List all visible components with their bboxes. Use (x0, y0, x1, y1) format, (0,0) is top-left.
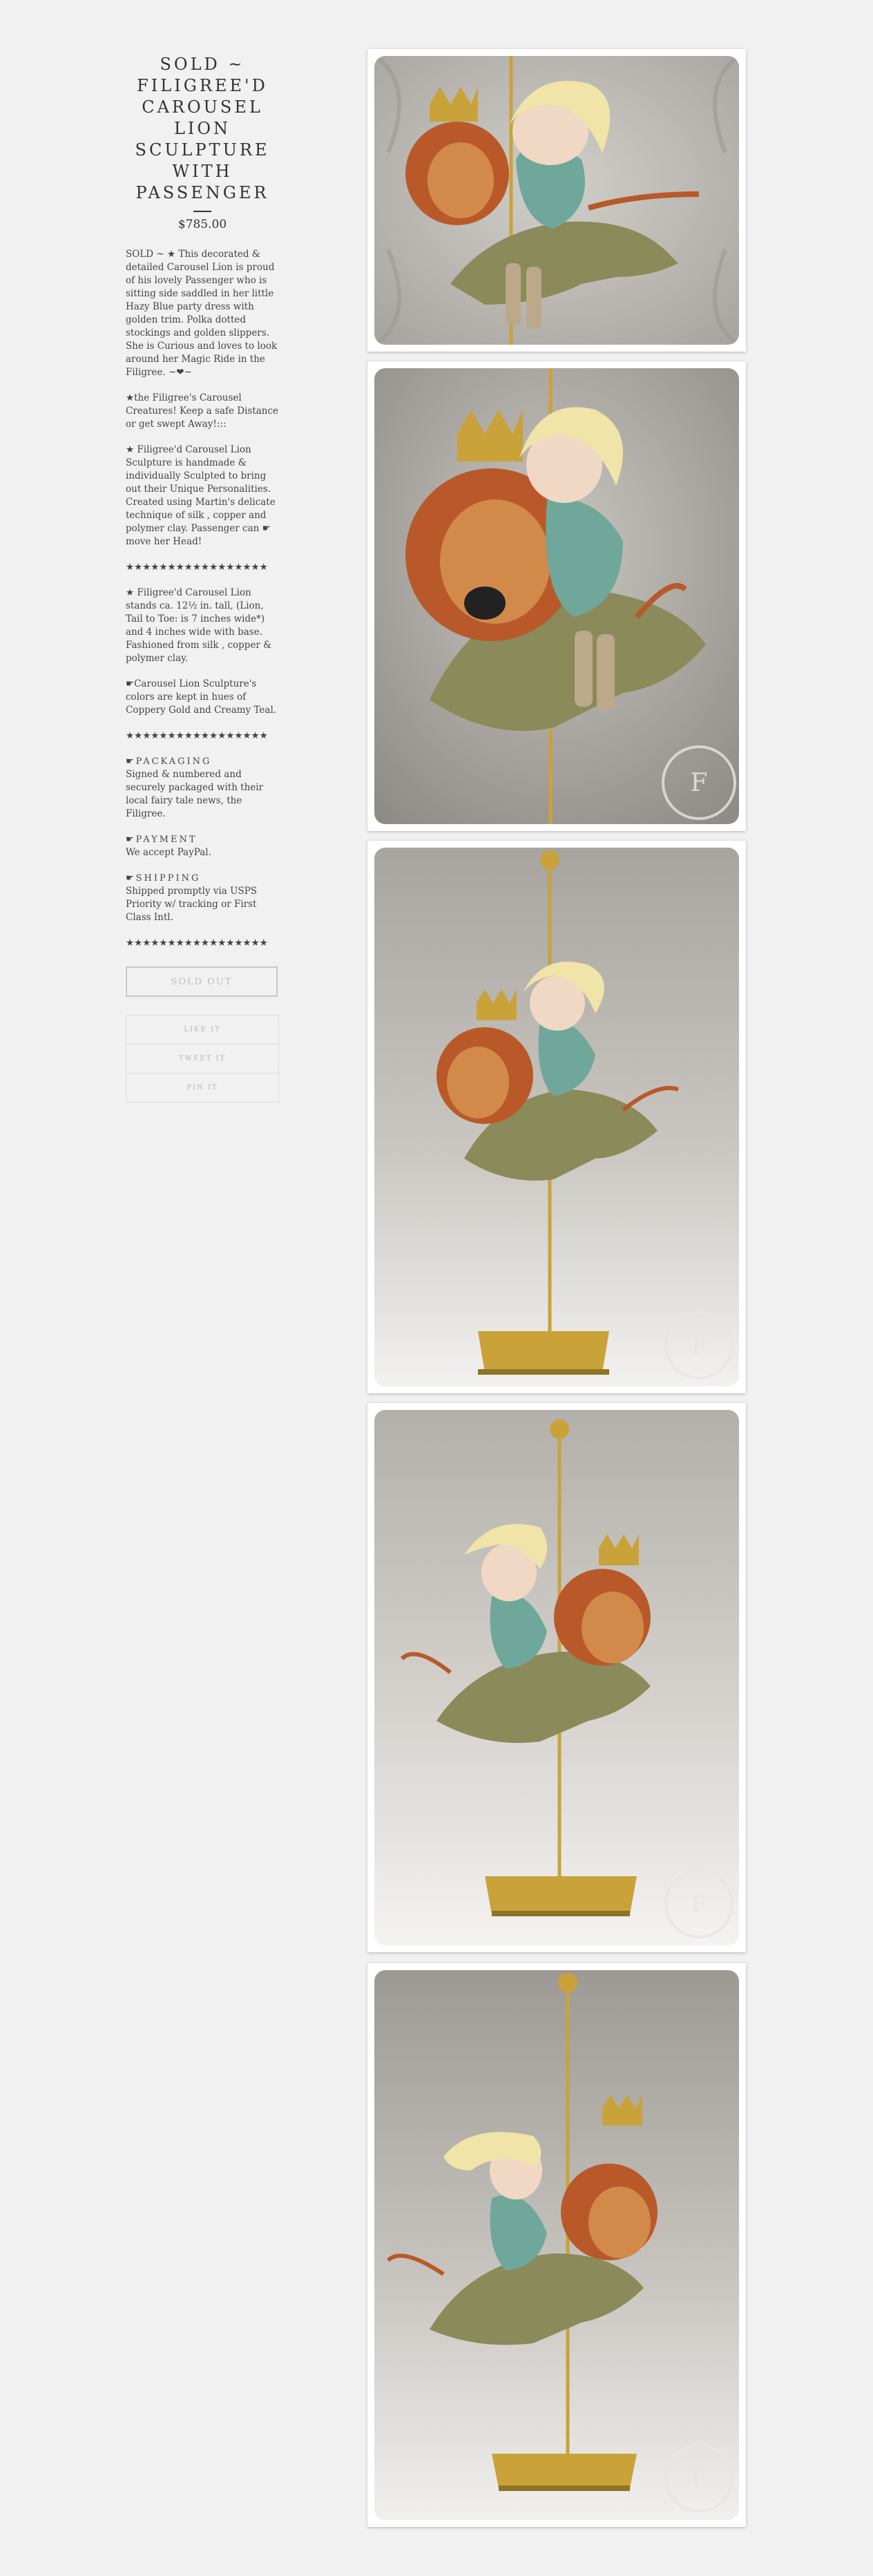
payment-heading: ☛PAYMENT (126, 834, 198, 845)
lion-sculpture-image (374, 56, 739, 345)
payment-section: ☛PAYMENT We accept PayPal. (126, 834, 211, 858)
lion-sculpture-image: F (374, 1970, 739, 2520)
shipping-section: ☛SHIPPING Shipped promptly via USPS Prior… (126, 873, 258, 923)
description-paragraph: ☛Carousel Lion Sculpture's colors are ke… (126, 678, 277, 716)
like-it-button[interactable]: Like it (126, 1015, 278, 1044)
pin-it-button[interactable]: Pin it (126, 1074, 278, 1102)
photo-frame: F (374, 1970, 739, 2520)
description-paragraph: ★ Filigree'd Carousel Lion Sculpture is … (126, 444, 276, 547)
photo-frame (374, 56, 739, 345)
share-buttons: Like it Tweet it Pin it (126, 1015, 279, 1103)
lion-sculpture-image: F (374, 848, 739, 1386)
packaging-section: ☛PACKAGING Signed & numbered and securely… (126, 756, 264, 819)
svg-text:F: F (691, 1891, 707, 1918)
description-separator: ★★★★★★★★★★★★★★★★★ (126, 937, 268, 948)
lion-sculpture-image: F (374, 1410, 739, 1945)
product-description: SOLD ~ ★ This decorated & detailed Carou… (126, 248, 279, 950)
product-title: SOLD ~ Filigree'd Carousel Lion Sculptur… (135, 55, 270, 202)
lion-sculpture-image: F (374, 368, 739, 824)
description-paragraph: ★the Filigree's Carousel Creatures! Keep… (126, 392, 279, 430)
shipping-heading: ☛SHIPPING (126, 873, 201, 884)
svg-text:F: F (691, 2465, 707, 2492)
product-info-column: SOLD ~ Filigree'd Carousel Lion Sculptur… (126, 54, 279, 1103)
description-separator: ★★★★★★★★★★★★★★★★★ (126, 730, 268, 741)
product-price: $785.00 (178, 218, 227, 231)
product-photo-4[interactable]: F (367, 1403, 746, 1952)
photo-frame: F (374, 1410, 739, 1945)
svg-text:F: F (691, 769, 708, 797)
product-photo-5[interactable]: F (367, 1963, 746, 2527)
svg-text:F: F (691, 1332, 707, 1359)
photo-frame: F (374, 368, 739, 824)
product-photo-1[interactable] (367, 49, 746, 352)
tweet-it-button[interactable]: Tweet it (126, 1044, 278, 1074)
photo-frame: F (374, 848, 739, 1386)
title-divider (193, 211, 211, 212)
product-photo-3[interactable]: F (367, 841, 746, 1393)
packaging-heading: ☛PACKAGING (126, 756, 212, 767)
description-paragraph: ★ Filigree'd Carousel Lion stands ca. 12… (126, 587, 272, 664)
product-photo-2[interactable]: F (367, 361, 746, 831)
description-separator: ★★★★★★★★★★★★★★★★★ (126, 562, 268, 573)
sold-out-button[interactable]: Sold Out (126, 966, 278, 997)
description-paragraph: SOLD ~ ★ This decorated & detailed Carou… (126, 249, 278, 378)
